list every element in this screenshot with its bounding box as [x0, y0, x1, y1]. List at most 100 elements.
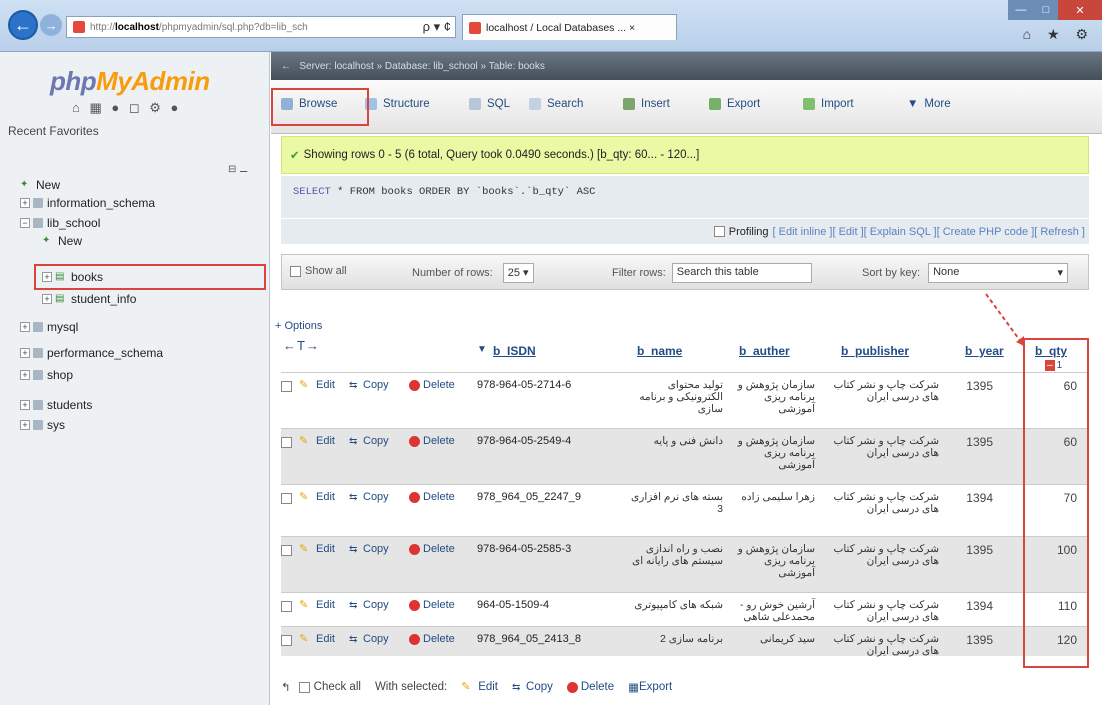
close-icon[interactable]: ✕ [1058, 0, 1102, 20]
tab-search[interactable]: Search [529, 98, 583, 110]
expand-icon: + [20, 370, 30, 380]
favorites-tab[interactable]: Favorites [49, 124, 98, 138]
delete-icon [409, 435, 420, 447]
expand-icon: + [20, 348, 30, 358]
tree-item-sys[interactable]: + sys [20, 418, 65, 432]
browser-home-star-gear-icons[interactable]: ⌂ ★ ⚙ [1023, 26, 1094, 43]
row-delete-button[interactable]: Delete [409, 543, 455, 555]
explain-sql-link[interactable]: [ Explain SQL ] [864, 226, 937, 238]
search-refresh-controls[interactable]: ρ ▾ ¢ [419, 19, 455, 35]
tree-item-shop[interactable]: + shop [20, 368, 73, 382]
row-copy-button[interactable]: ⇆ Copy [349, 633, 389, 645]
recent-tab[interactable]: Recent [8, 124, 46, 138]
row-edit-button[interactable]: ✎ Edit [299, 543, 335, 555]
column-header-b-name[interactable]: b_name [637, 344, 682, 358]
tab-import[interactable]: Import [803, 98, 854, 110]
row-edit-button[interactable]: ✎ Edit [299, 379, 335, 391]
tree-item-performance-schema[interactable]: + performance_schema [20, 346, 163, 360]
address-bar[interactable]: http:// localhost /phpmyadmin/sql.php?db… [66, 16, 456, 38]
row-copy-button[interactable]: ⇆ Copy [349, 491, 389, 503]
cell-year: 1395 [966, 379, 993, 393]
profiling-checkbox[interactable] [713, 226, 725, 237]
row-delete-button[interactable]: Delete [409, 599, 455, 611]
copy-icon: ⇆ [349, 435, 358, 447]
database-icon [33, 420, 43, 430]
tree-item-student-info[interactable]: + ▤ student_info [42, 292, 136, 306]
row-checkbox[interactable] [281, 381, 292, 392]
database-icon [33, 198, 43, 208]
sort-dropdown-icon[interactable]: ▼ [477, 344, 487, 355]
rows-per-page: Number of rows: 25 ▾ [412, 263, 534, 283]
check-all[interactable]: ↰ Check all [281, 680, 361, 694]
breadcrumb-text[interactable]: ← Server: localhost » Database: lib_scho… [281, 61, 545, 72]
rows-select[interactable]: 25 ▾ [502, 263, 534, 283]
row-checkbox[interactable] [281, 601, 292, 612]
forward-arrow-icon[interactable]: → [40, 14, 62, 36]
refresh-link[interactable]: [ Refresh ] [1034, 226, 1085, 238]
sidebar-tool-icons[interactable]: ⌂ ▦ ● ◻ ⚙ ● [72, 100, 181, 116]
phpmyadmin-logo[interactable]: phpMyAdmin [50, 66, 210, 97]
expand-icon: + [20, 322, 30, 332]
sort-by-key: Sort by key: None ▾ [862, 263, 1069, 283]
row-delete-button[interactable]: Delete [409, 491, 455, 503]
table-navigation-bar: Show all Number of rows: 25 ▾ Filter rows… [281, 254, 1089, 290]
row-checkbox[interactable] [281, 437, 292, 448]
database-icon [33, 322, 43, 332]
delete-icon [566, 681, 578, 693]
tree-item-new[interactable]: ✦ New [20, 178, 60, 192]
row-delete-button[interactable]: Delete [409, 379, 455, 391]
row-copy-button[interactable]: ⇆ Copy [349, 599, 389, 611]
options-link[interactable]: + Options [275, 320, 322, 332]
bulk-edit-button[interactable]: ✎ Edit [461, 681, 498, 693]
tree-item-information-schema[interactable]: + information_schema [20, 196, 155, 210]
tab-more[interactable]: ▼ More [907, 98, 951, 110]
edit-inline-link[interactable]: [ Edit inline ] [773, 226, 833, 238]
row-checkbox[interactable] [281, 545, 292, 556]
tree-item-lib-school[interactable]: − lib_school [20, 216, 100, 230]
tree-item-students[interactable]: + students [20, 398, 92, 412]
row-checkbox[interactable] [281, 635, 292, 646]
filter-input[interactable]: Search this table [671, 263, 812, 283]
row-copy-button[interactable]: ⇆ Copy [349, 435, 389, 447]
column-header-b-year[interactable]: b_year [965, 344, 1004, 358]
tab-export[interactable]: Export [709, 98, 760, 110]
show-all-toggle[interactable]: Show all [290, 265, 347, 277]
insert-icon [623, 98, 635, 110]
row-edit-button[interactable]: ✎ Edit [299, 633, 335, 645]
column-header-b-isdn[interactable]: b_ISDN [493, 344, 536, 358]
row-delete-button[interactable]: Delete [409, 633, 455, 645]
collapse-all-icon[interactable]: ⊟ ⚊ [228, 164, 250, 176]
minimize-icon[interactable]: — [1008, 0, 1034, 20]
browser-tab[interactable]: localhost / Local Databases ... × [462, 14, 677, 40]
cell-auther: سازمان پژوهش و برنامه ریزی آموزشی [737, 543, 815, 579]
recent-favorites-tabs[interactable]: Recent Favorites [8, 124, 99, 138]
table-row: ✎ Edit ⇆ Copy Delete 978-964-05-2549-4 دانش فن… [281, 428, 1089, 484]
delete-icon [409, 599, 420, 611]
cell-name: نصب و راه اندازی سیستم های رایانه ای [632, 543, 723, 567]
row-copy-button[interactable]: ⇆ Copy [349, 543, 389, 555]
row-edit-button[interactable]: ✎ Edit [299, 435, 335, 447]
column-header-b-publisher[interactable]: b_publisher [841, 344, 909, 358]
tab-insert[interactable]: Insert [623, 98, 670, 110]
tree-item-mysql[interactable]: + mysql [20, 320, 78, 334]
bulk-delete-button[interactable]: Delete [566, 681, 614, 693]
sort-select[interactable]: None ▾ [928, 263, 1069, 283]
filter-rows: Filter rows: Search this table [612, 263, 812, 283]
maximize-icon[interactable]: □ [1034, 0, 1058, 20]
row-edit-button[interactable]: ✎ Edit [299, 491, 335, 503]
column-header-b-auther[interactable]: b_auther [739, 344, 790, 358]
tab-sql[interactable]: SQL [469, 98, 510, 110]
row-checkbox[interactable] [281, 493, 292, 504]
back-arrow-icon[interactable]: ← [8, 10, 38, 40]
edit-link[interactable]: [ Edit ] [832, 226, 863, 238]
row-edit-button[interactable]: ✎ Edit [299, 599, 335, 611]
bulk-copy-button[interactable]: ⇆ Copy [512, 681, 553, 693]
cell-isdn: 978-964-05-2585-3 [477, 543, 572, 555]
row-copy-button[interactable]: ⇆ Copy [349, 379, 389, 391]
tree-item-lib-school-new[interactable]: ✦ New [42, 234, 82, 248]
database-icon [33, 348, 43, 358]
tab-structure[interactable]: Structure [365, 98, 430, 110]
create-php-code-link[interactable]: [ Create PHP code ] [937, 226, 1035, 238]
row-delete-button[interactable]: Delete [409, 435, 455, 447]
bulk-export-button[interactable]: ▦ Export [628, 680, 672, 694]
